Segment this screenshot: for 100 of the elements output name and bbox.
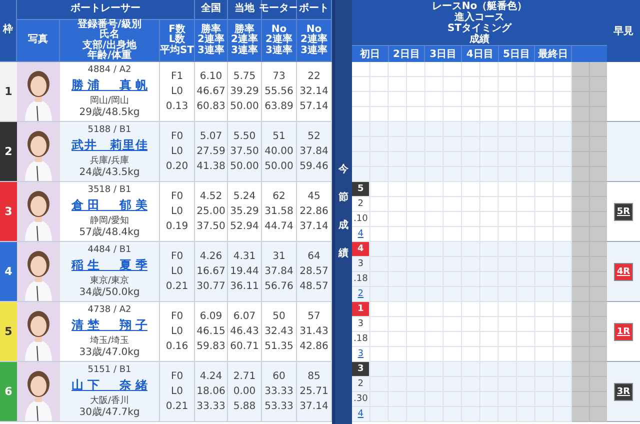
stat-value: 50.00: [230, 160, 259, 174]
stat-value: 2.71: [233, 370, 256, 384]
stat-value: 50.00: [230, 100, 259, 114]
frame-number: 1: [0, 62, 17, 122]
band-label: 今節成績: [338, 162, 348, 261]
stat-value: 5.50: [233, 130, 256, 144]
stat-value: 0.21: [166, 400, 188, 414]
stat-value: 35.29: [230, 205, 259, 219]
stat-value: 4.52: [200, 190, 222, 204]
column-header: No 2連率 3連率: [262, 20, 297, 62]
stat-value: 32.14: [300, 85, 328, 99]
st-timing: .10: [354, 214, 368, 224]
racer-name-link[interactable]: 勝浦 真帆: [72, 77, 148, 94]
stat-value: 22.86: [300, 205, 328, 219]
branch-hometown: 岡山/岡山: [90, 96, 130, 106]
registration-class: 5151 / B1: [88, 365, 132, 376]
age-weight: 29歳/48.5kg: [79, 107, 140, 118]
racer-name-link[interactable]: 倉田 郁美: [72, 197, 148, 214]
racer-name-link[interactable]: 稲生 夏季: [72, 257, 148, 274]
header-cell: [572, 46, 607, 62]
age-weight: 34歳/50.0kg: [79, 287, 140, 298]
frame-number: 4: [0, 242, 17, 302]
stat-value: 22: [308, 70, 320, 84]
stat-value: L0: [171, 385, 183, 399]
stat-value: 0.16: [166, 340, 188, 354]
age-weight: 30歳/47.7kg: [79, 407, 140, 418]
stat-value: 57: [308, 310, 320, 324]
stat-value: F0: [170, 250, 184, 264]
day-header: 初日: [352, 46, 389, 62]
stat-value: 50: [272, 310, 286, 324]
stat-value: 31.58: [264, 205, 294, 219]
race-link[interactable]: 4R: [614, 262, 634, 280]
stat-value: 56.76: [264, 280, 294, 294]
course-value: 3: [358, 319, 364, 329]
racer-name-link[interactable]: 武井 莉里佳: [72, 137, 148, 154]
stat-value: 25.71: [300, 385, 328, 399]
stat-value: 46.15: [196, 325, 226, 339]
race-link[interactable]: 5R: [614, 202, 634, 220]
stat-value: 36.11: [230, 280, 259, 294]
stat-value: 5.88: [233, 400, 256, 414]
day-header: 最終日: [535, 46, 572, 62]
stat-value: 33.33: [196, 400, 226, 414]
stat-value: 0.20: [166, 160, 188, 174]
finish-link[interactable]: 4: [358, 409, 364, 419]
race-link[interactable]: 3R: [614, 382, 634, 400]
st-timing: .30: [354, 394, 368, 404]
racer-name-link[interactable]: 清埜 翔子: [72, 317, 148, 334]
finish-link[interactable]: 2: [358, 289, 364, 299]
stat-value: 5.24: [233, 190, 256, 204]
st-timing: .18: [354, 274, 368, 284]
column-header: 全国: [195, 0, 228, 20]
stat-value: 52.94: [230, 220, 259, 234]
course-value: 3: [358, 259, 364, 269]
stat-value: 48.57: [300, 280, 328, 294]
stat-value: L0: [171, 265, 183, 279]
stat-value: 4.24: [200, 370, 222, 384]
stat-value: L0: [171, 205, 183, 219]
course-value: 2: [358, 379, 364, 389]
st-timing: .18: [354, 334, 368, 344]
branch-hometown: 静岡/愛知: [90, 216, 130, 226]
stat-value: 16.67: [196, 265, 226, 279]
registration-class: 4484 / B1: [88, 245, 132, 256]
day-header: 2日目: [388, 46, 426, 62]
race-number: 1: [352, 302, 370, 316]
branch-hometown: 兵庫/兵庫: [90, 156, 130, 166]
stat-value: 0.19: [166, 220, 188, 234]
column-header: ボート: [297, 0, 332, 20]
stat-value: 37.50: [230, 145, 259, 159]
stat-value: 62: [272, 190, 286, 204]
stat-value: 46.67: [196, 85, 226, 99]
branch-hometown: 大阪/香川: [90, 396, 130, 406]
stat-value: 6.10: [200, 70, 222, 84]
stat-value: 51: [272, 130, 286, 144]
finish-link[interactable]: 3: [358, 349, 364, 359]
stat-value: 51.35: [264, 340, 294, 354]
stat-value: 28.57: [300, 265, 328, 279]
stat-value: 5.07: [200, 130, 222, 144]
finish-link[interactable]: 4: [358, 229, 364, 239]
stat-value: 85: [308, 370, 320, 384]
stat-value: 37.84: [300, 145, 328, 159]
stat-value: 31: [272, 250, 286, 264]
stat-value: 6.07: [233, 310, 256, 324]
stat-value: 57.14: [300, 100, 328, 114]
stat-value: 4.31: [233, 250, 256, 264]
day-header: 5日目: [498, 46, 536, 62]
column-header: No 2連率 3連率: [297, 20, 332, 62]
branch-hometown: 埼玉/埼玉: [90, 336, 130, 346]
registration-class: 3518 / B1: [88, 185, 132, 196]
registration-class: 5188 / B1: [88, 125, 132, 136]
column-header: 勝率 2連率 3連率: [228, 20, 262, 62]
column-header: 勝率 2連率 3連率: [195, 20, 228, 62]
frame-number: 6: [0, 362, 17, 422]
stat-value: 55.56: [264, 85, 294, 99]
stat-value: 37.14: [300, 220, 328, 234]
stat-value: 59.83: [196, 340, 226, 354]
race-link[interactable]: 1R: [614, 322, 634, 340]
racer-name-link[interactable]: 山下 奈緒: [72, 377, 148, 394]
stat-value: 6.09: [200, 310, 222, 324]
stat-value: 27.59: [196, 145, 226, 159]
stat-value: 40.00: [264, 145, 294, 159]
